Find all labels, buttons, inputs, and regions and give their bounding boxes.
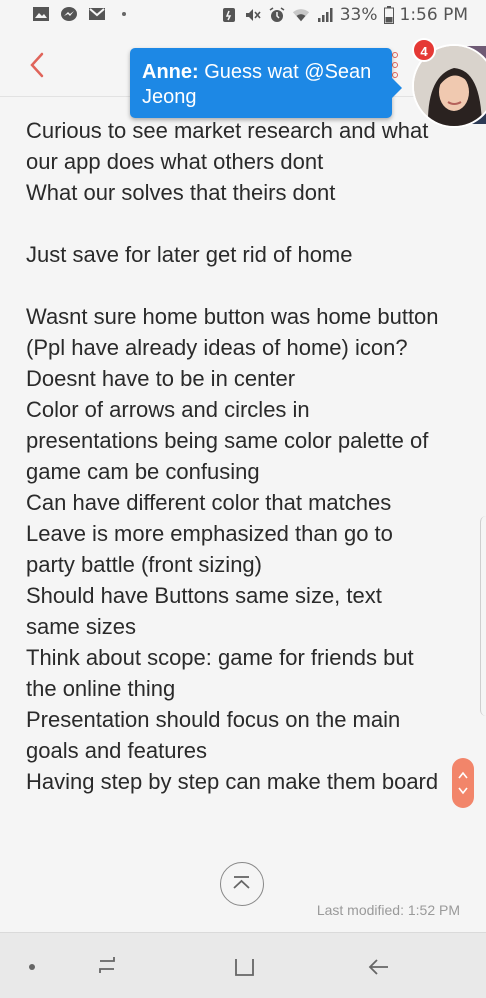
- edge-panel-handle[interactable]: [480, 516, 486, 716]
- clock: 1:56 PM: [399, 5, 469, 25]
- signal-icon: [317, 8, 333, 22]
- note-line: the online thing: [26, 676, 176, 701]
- back-icon[interactable]: [362, 951, 394, 981]
- note-line: party battle (front sizing): [26, 552, 262, 577]
- scroll-to-top-icon: [233, 876, 250, 889]
- note-line: presentations being same color palette o…: [26, 428, 429, 453]
- gallery-icon: [33, 7, 49, 21]
- chevron-left-icon[interactable]: [24, 50, 50, 80]
- status-bar: 33% 1:56 PM: [0, 0, 486, 34]
- note-line: Presentation should focus on the main: [26, 707, 401, 732]
- alarm-icon: [269, 7, 285, 22]
- battery-icon: [383, 6, 394, 24]
- note-line: What our solves that theirs dont: [26, 180, 336, 205]
- note-line: Just save for later get rid of home: [26, 242, 353, 267]
- unread-count-badge: 4: [412, 38, 436, 62]
- mute-icon: [245, 9, 261, 21]
- chat-head-message-bubble[interactable]: Anne: Guess wat @Sean Jeong: [130, 48, 402, 118]
- message-sender: Anne:: [142, 61, 199, 83]
- note-line: (Ppl have already ideas of home) icon?: [26, 335, 408, 360]
- note-line: Should have Buttons same size, text: [26, 583, 382, 608]
- note-line: Color of arrows and circles in: [26, 397, 310, 422]
- note-line: same sizes: [26, 614, 137, 639]
- note-line: game cam be confusing: [26, 459, 260, 484]
- note-line: Wasnt sure home button was home button: [26, 304, 439, 329]
- messenger-icon: [61, 7, 77, 21]
- home-icon[interactable]: [228, 951, 260, 981]
- wifi-icon: [292, 9, 309, 22]
- scroll-arrows-icon: [458, 771, 468, 795]
- note-line: [26, 208, 466, 239]
- note-line: Having step by step can make them board: [26, 769, 439, 794]
- more-notifications-dot: [122, 12, 126, 16]
- note-line: our app does what others dont: [26, 149, 324, 174]
- scroll-handle[interactable]: [452, 758, 474, 808]
- last-modified-text: Last modified: 1:52 PM: [316, 902, 460, 918]
- note-body[interactable]: Curious to see market research and what o…: [26, 115, 466, 797]
- battery-percentage: 33%: [339, 5, 378, 25]
- scroll-to-top-button[interactable]: [220, 862, 264, 906]
- note-line: Leave is more emphasized than go to: [26, 521, 393, 546]
- chat-message: Anne: Guess wat @Sean Jeong: [142, 60, 386, 110]
- note-line: Doesnt have to be in center: [26, 366, 296, 391]
- note-line: Think about scope: game for friends but: [26, 645, 414, 670]
- note-line: Curious to see market research and what: [26, 118, 429, 143]
- recents-icon[interactable]: [94, 951, 126, 981]
- note-line: Can have different color that matches: [26, 490, 392, 515]
- battery-saver-icon: [222, 8, 235, 22]
- navigation-bar: [0, 932, 486, 998]
- note-line: [26, 270, 466, 301]
- note-line: goals and features: [26, 738, 208, 763]
- gmail-icon: [89, 8, 105, 20]
- nav-dot-indicator[interactable]: [22, 951, 54, 981]
